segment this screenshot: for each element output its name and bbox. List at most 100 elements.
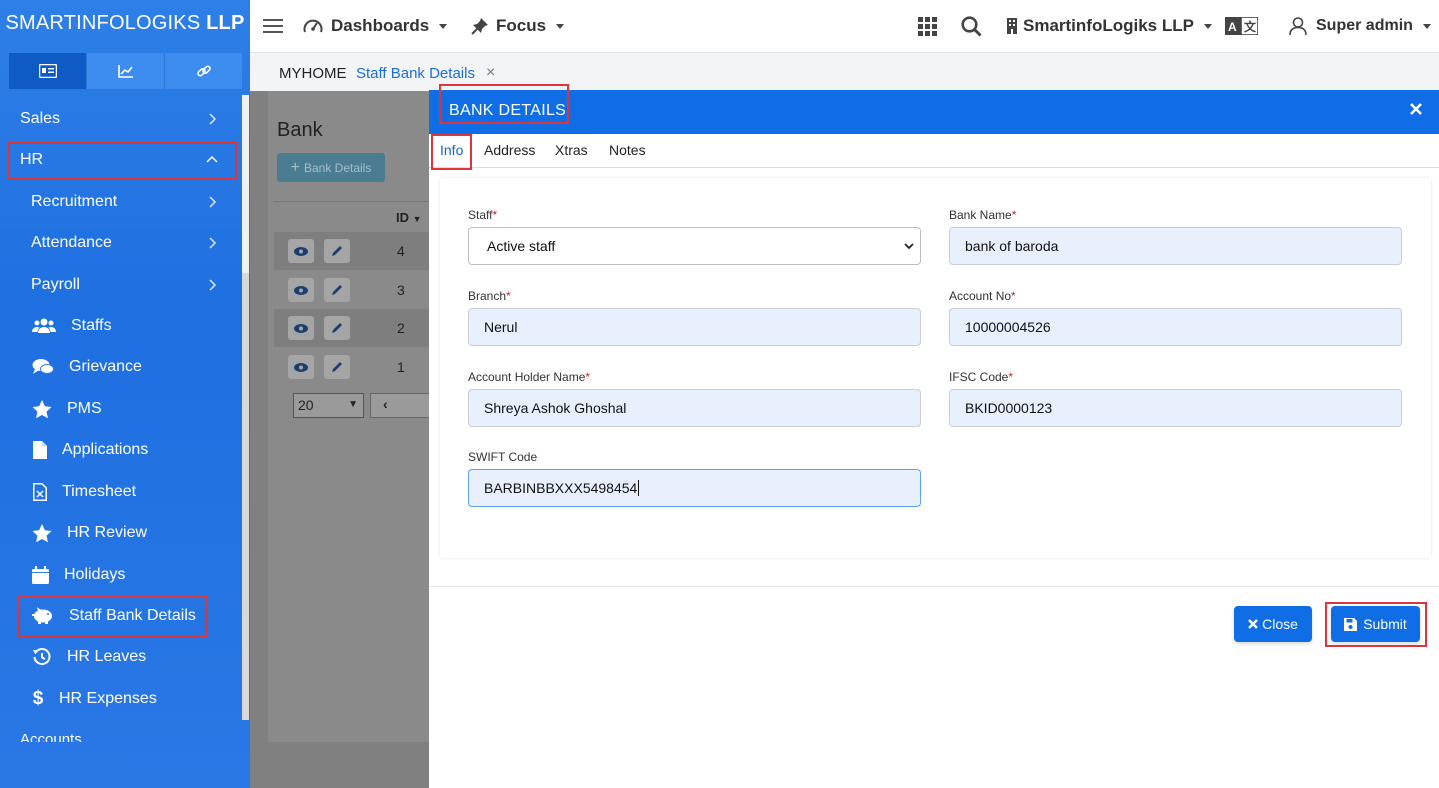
bank-details-modal: BANK DETAILS Info Address Xtras Notes St… — [429, 84, 1439, 788]
pencil-icon — [324, 239, 350, 263]
sidebar-item-payroll[interactable]: Payroll — [0, 265, 242, 305]
branch-label: Branch* — [468, 289, 511, 303]
required-mark: * — [492, 208, 498, 222]
table-row: 2 — [274, 309, 430, 347]
file-icon — [31, 439, 48, 461]
sidebar-tab-charts[interactable] — [87, 53, 165, 89]
tab-xtras[interactable]: Xtras — [555, 142, 588, 158]
sidebar-item-label: Applications — [62, 441, 149, 458]
pencil-icon — [324, 316, 350, 340]
tachometer-icon — [303, 19, 323, 33]
label-text: Account Holder Name — [468, 370, 586, 384]
eye-icon — [288, 278, 314, 302]
sidebar-tab-links[interactable] — [165, 53, 242, 89]
focus-dropdown[interactable]: Focus — [471, 0, 565, 52]
building-icon — [1007, 18, 1017, 34]
chevron-down-icon — [904, 243, 914, 250]
sidebar-item-label: PMS — [67, 400, 102, 417]
table-row: 3 — [274, 271, 430, 309]
add-button-label: Bank Details — [303, 160, 372, 175]
branch-value: Nerul — [484, 319, 518, 335]
sidebar-item-label: Holidays — [64, 566, 126, 583]
sidebar-item-hr-leaves[interactable]: HR Leaves — [0, 637, 242, 677]
page-size-value: 20 — [298, 397, 314, 413]
account-no-value: 10000004526 — [965, 319, 1051, 335]
caret-down-icon — [556, 23, 565, 29]
chart-icon — [117, 65, 133, 78]
id-column-header: ID ▼ — [396, 210, 422, 225]
sidebar-item-pms[interactable]: PMS — [0, 389, 242, 429]
company-dropdown[interactable]: SmartinfoLogiks LLP — [1007, 0, 1212, 52]
branch-input[interactable]: Nerul — [468, 308, 921, 346]
sidebar-tab-menu[interactable] — [9, 53, 87, 89]
tab-address[interactable]: Address — [484, 142, 535, 158]
tab-close-icon[interactable]: × — [486, 64, 495, 82]
brand-logo: SMARTINFOLOGIKS LLP — [5, 12, 245, 34]
highlight-box — [1325, 602, 1427, 647]
sidebar-item-staffs[interactable]: Staffs — [0, 306, 242, 346]
chevron-left-icon: ‹ — [383, 396, 388, 412]
swift-input[interactable]: BARBINBBXXX5498454 — [468, 469, 921, 507]
language-button[interactable]: A文 — [1225, 0, 1258, 52]
sidebar-item-recruitment[interactable]: Recruitment — [0, 182, 242, 222]
label-text: Staff — [468, 208, 493, 222]
label-text: Branch — [468, 289, 507, 303]
user-dropdown[interactable]: Super admin — [1289, 0, 1431, 52]
dashboards-label: Dashboards — [331, 16, 430, 35]
account-holder-input[interactable]: Shreya Ashok Ghoshal — [468, 389, 921, 427]
scrollbar-thumb[interactable] — [242, 273, 249, 720]
chevron-right-icon — [209, 196, 217, 208]
close-icon[interactable] — [1409, 102, 1423, 116]
highlight-box — [439, 84, 569, 124]
tab-notes[interactable]: Notes — [609, 142, 646, 158]
breadcrumb-current[interactable]: Staff Bank Details — [356, 65, 475, 82]
star-icon — [31, 522, 53, 544]
thumbtack-icon — [471, 18, 488, 35]
page-title: Bank — [277, 119, 323, 141]
modal-footer-divider — [429, 586, 1439, 587]
sidebar-item-timesheet[interactable]: Timesheet — [0, 472, 242, 512]
sidebar-item-label: HR Expenses — [59, 690, 157, 707]
sidebar-item-holidays[interactable]: Holidays — [0, 555, 242, 595]
label-text: Account No — [949, 289, 1012, 303]
sidebar-item-label: Sales — [20, 110, 61, 127]
eye-icon — [288, 355, 314, 379]
account-holder-value: Shreya Ashok Ghoshal — [484, 400, 627, 416]
account-holder-label: Account Holder Name* — [468, 370, 590, 384]
ifsc-input[interactable]: BKID0000123 — [949, 389, 1402, 427]
label-text: SWIFT Code — [468, 450, 538, 464]
eye-icon — [288, 239, 314, 263]
apps-grid-button[interactable] — [918, 0, 937, 52]
hamburger-menu-button[interactable] — [263, 0, 283, 52]
label-text: Bank Name — [949, 208, 1012, 222]
breadcrumb-home[interactable]: MYHOME — [279, 65, 347, 82]
dashboards-dropdown[interactable]: Dashboards — [303, 0, 448, 52]
sidebar-item-applications[interactable]: Applications — [0, 430, 242, 470]
chevron-right-icon — [209, 279, 217, 291]
user-icon — [1289, 16, 1307, 35]
sidebar-scrollbar[interactable] — [242, 95, 249, 720]
sidebar-item-hr-expenses[interactable]: $ HR Expenses — [0, 679, 242, 719]
bank-name-input[interactable]: bank of baroda — [949, 227, 1402, 265]
chevron-down-icon: ▼ — [348, 399, 358, 410]
search-button[interactable] — [961, 0, 982, 52]
staff-select[interactable]: Active staff — [468, 227, 921, 265]
staff-label: Staff* — [468, 208, 497, 222]
ifsc-value: BKID0000123 — [965, 400, 1053, 416]
sidebar-item-accounts[interactable]: Accounts — [0, 722, 242, 742]
close-button[interactable]: Close — [1234, 606, 1312, 642]
row-id: 3 — [397, 282, 405, 298]
swift-label: SWIFT Code — [468, 450, 537, 464]
highlight-box — [18, 595, 207, 638]
hamburger-icon — [263, 19, 283, 33]
sidebar-item-attendance[interactable]: Attendance — [0, 223, 242, 263]
account-no-input[interactable]: 10000004526 — [949, 308, 1402, 346]
sidebar-item-hr-review[interactable]: HR Review — [0, 513, 242, 553]
sidebar-item-sales[interactable]: Sales — [0, 99, 242, 139]
close-button-label: Close — [1262, 616, 1298, 632]
divider — [274, 201, 430, 202]
pencil-icon — [324, 355, 350, 379]
table-row: 1 — [274, 348, 430, 386]
users-icon — [31, 315, 57, 337]
sidebar-item-grievance[interactable]: Grievance — [0, 347, 242, 387]
